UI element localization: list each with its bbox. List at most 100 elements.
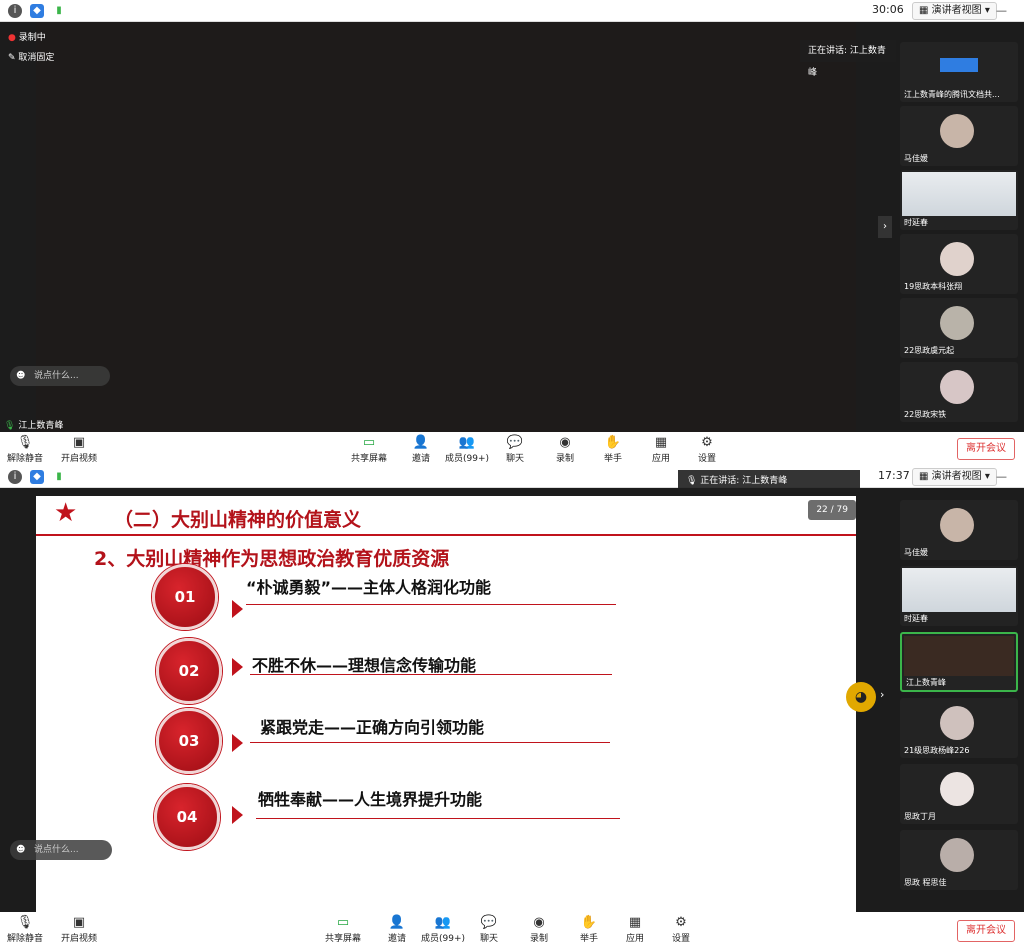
members-button[interactable]: 👥 成员(99+) (420, 915, 466, 944)
apps-button[interactable]: ▦ 应用 (638, 435, 684, 464)
item-number-01: 01 (152, 564, 218, 630)
participant-tile[interactable]: 思政 程思佳 (900, 830, 1018, 890)
participant-tile[interactable]: 马佳媛 (900, 106, 1018, 166)
grid-icon: ▦ (919, 471, 932, 482)
floating-bot-icon[interactable]: ◕ (846, 682, 876, 712)
chat-button[interactable]: 💬 聊天 (492, 435, 538, 464)
smile-icon: ☻ (16, 371, 26, 381)
signal-icon[interactable]: ▮ (52, 470, 66, 484)
arrow-icon (232, 600, 243, 618)
item-text-01: “朴诚勇毅”——主体人格润化功能 (246, 578, 492, 597)
chevron-right-icon[interactable]: › (880, 688, 884, 701)
shield-icon[interactable]: ◆ (30, 4, 44, 18)
mic-icon: 🎙 (686, 476, 701, 486)
meeting-timer: 17:37 (878, 469, 910, 482)
shared-slide: ★ （二）大别山精神的价值意义 22 / 79 2、大别山精神作为思想政治教育优… (36, 496, 856, 930)
view-mode-select[interactable]: ▦ 演讲者视图 ▾ (912, 2, 997, 20)
info-icon[interactable]: i (8, 4, 22, 18)
record-button[interactable]: ◉ 录制 (516, 915, 562, 944)
item-underline (250, 674, 612, 675)
view-mode-select[interactable]: ▦ 演讲者视图 ▾ (912, 468, 997, 486)
view-mode-label: 演讲者视图 (931, 5, 982, 16)
gear-icon: ⚙ (701, 435, 713, 450)
slide-title: （二）大别山精神的价值意义 (114, 509, 362, 531)
participant-tile[interactable]: 22思政宋铁 (900, 362, 1018, 422)
share-screen-button[interactable]: ▭ 共享屏幕 (320, 915, 366, 944)
item-number-04: 04 (154, 784, 220, 850)
pin-icon: ✎ (8, 53, 16, 63)
info-icon[interactable]: i (8, 470, 22, 484)
main-speaker-label: 🎙 江上数青峰 (4, 421, 64, 431)
settings-button[interactable]: ⚙ 设置 (684, 435, 730, 464)
item-underline (256, 818, 620, 819)
share-screen-icon: ▭ (362, 435, 376, 450)
start-video-button[interactable]: ▣ 开启视频 (56, 435, 102, 464)
members-button[interactable]: 👥 成员(99+) (444, 435, 490, 464)
mic-off-icon: 🎙 (16, 915, 34, 930)
avatar (940, 114, 974, 148)
start-video-button[interactable]: ▣ 开启视频 (56, 915, 102, 944)
raise-hand-button[interactable]: ✋ 举手 (590, 435, 636, 464)
invite-button[interactable]: 👤 邀请 (398, 435, 444, 464)
slide-subtitle: 2、大别山精神作为思想政治教育优质资源 (94, 548, 450, 570)
apps-icon: ▦ (628, 915, 642, 930)
window-titlebar: i ◆ ▮ 17:37 ▦ 演讲者视图 ▾ — (0, 466, 1024, 488)
record-button[interactable]: ◉ 录制 (542, 435, 588, 464)
chat-icon: 💬 (506, 435, 524, 450)
meeting-toolbar: 🎙 解除静音 ▣ 开启视频 ▭ 共享屏幕 👤 邀请 👥 成员(99+) 💬 聊天 ◉ 录制 ✋… (0, 912, 1024, 950)
participant-tile[interactable]: 21级思政杨峰226 (900, 698, 1018, 758)
record-dot-icon: ● (8, 33, 16, 43)
comment-input[interactable]: ☻ 说点什么... (10, 366, 110, 386)
participant-tile-active[interactable]: 江上数青峰 (900, 632, 1018, 692)
record-icon: ◉ (533, 915, 545, 930)
share-screen-button[interactable]: ▭ 共享屏幕 (346, 435, 392, 464)
avatar (940, 508, 974, 542)
participant-list: 马佳媛 时延春 江上数青峰 21级思政杨峰226 思政丁月 思政 程思佳 (896, 496, 1024, 910)
star-icon: ★ (54, 498, 78, 528)
minimize-icon[interactable]: — (996, 470, 1007, 483)
speaking-indicator: 🎙 正在讲话: 江上数青峰 (678, 470, 860, 492)
participant-tile[interactable]: 19思政本科张翔 (900, 234, 1018, 294)
video-placeholder (36, 22, 856, 432)
participant-tile[interactable]: 思政丁月 (900, 764, 1018, 824)
item-text-02: 不胜不休——理想信念传输功能 (252, 656, 477, 675)
settings-button[interactable]: ⚙ 设置 (658, 915, 704, 944)
record-icon: ◉ (559, 435, 571, 450)
participant-list: 江上数青峰的腾讯文档共... 马佳媛 时延春 19思政本科张翔 22思政虞元起 … (896, 22, 1024, 432)
participant-tile[interactable]: 22思政虞元起 (900, 298, 1018, 358)
mic-icon: 🎙 (4, 421, 16, 431)
mic-off-icon: 🎙 (16, 435, 34, 450)
item-underline (250, 742, 610, 743)
participant-tile[interactable]: 马佳媛 (900, 500, 1018, 560)
signal-icon[interactable]: ▮ (52, 4, 66, 18)
chevron-right-icon[interactable]: › (878, 216, 892, 238)
chat-button[interactable]: 💬 聊天 (466, 915, 512, 944)
avatar (940, 370, 974, 404)
unmute-button[interactable]: 🎙 解除静音 (2, 435, 48, 464)
apps-icon: ▦ (654, 435, 668, 450)
leave-meeting-button[interactable]: 离开会议 (957, 920, 1015, 942)
invite-button[interactable]: 👤 邀请 (374, 915, 420, 944)
users-icon: 👥 (458, 435, 476, 450)
participant-video (902, 568, 1016, 612)
apps-button[interactable]: ▦ 应用 (612, 915, 658, 944)
speaking-indicator: 正在讲话: 江上数青峰 (800, 40, 896, 78)
camera-off-icon: ▣ (72, 915, 86, 930)
page-indicator[interactable]: 22 / 79 (808, 500, 856, 520)
unmute-button[interactable]: 🎙 解除静音 (2, 915, 48, 944)
comment-input[interactable]: ☻ 说点什么... (10, 840, 112, 860)
avatar (940, 306, 974, 340)
meeting-window-top: i ◆ ▮ 30:06 ▦ 演讲者视图 ▾ — ● 录制中 ✎ 取消固定 正在讲… (0, 0, 1024, 466)
participant-tile[interactable]: 时延春 (900, 170, 1018, 230)
meeting-window-bottom: i ◆ ▮ 17:37 ▦ 演讲者视图 ▾ — 🎙 正在讲话: 江上数青峰 ★ … (0, 466, 1024, 950)
add-user-icon: 👤 (412, 435, 430, 450)
leave-meeting-button[interactable]: 离开会议 (957, 438, 1015, 460)
participant-tile[interactable]: 江上数青峰的腾讯文档共... (900, 42, 1018, 102)
participant-tile[interactable]: 时延春 (900, 566, 1018, 626)
minimize-icon[interactable]: — (996, 4, 1007, 17)
raise-hand-button[interactable]: ✋ 举手 (566, 915, 612, 944)
unpin-button[interactable]: ✎ 取消固定 (8, 50, 54, 63)
hand-icon: ✋ (580, 915, 598, 930)
item-number-02: 02 (156, 638, 222, 704)
shield-icon[interactable]: ◆ (30, 470, 44, 484)
